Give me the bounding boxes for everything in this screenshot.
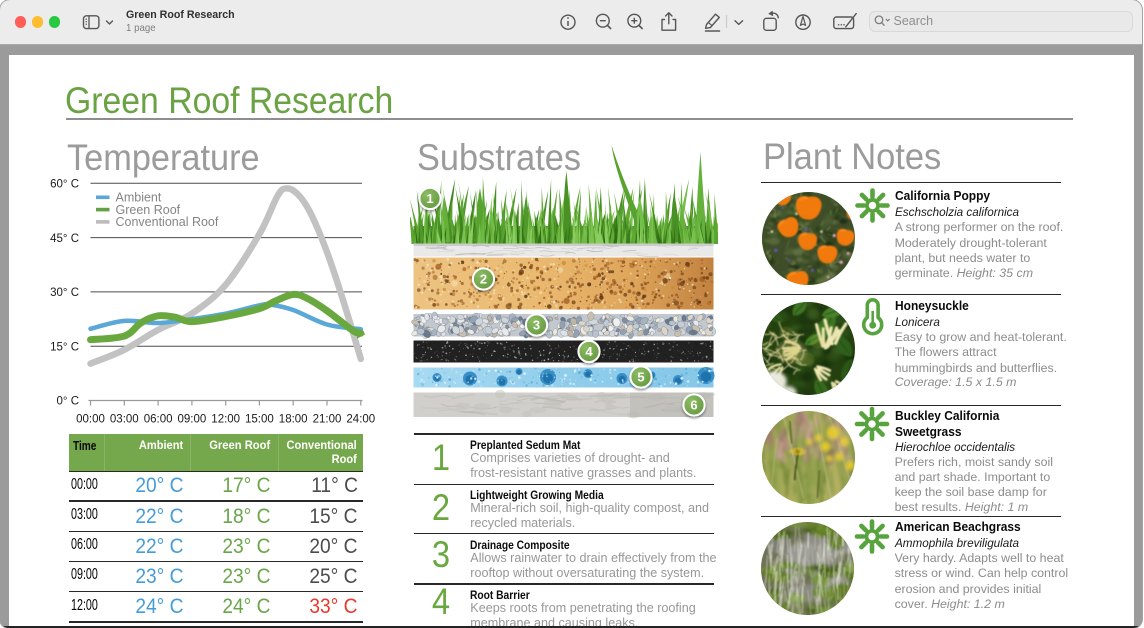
svg-text:00:00: 00:00 xyxy=(76,414,105,426)
svg-text:15° C: 15° C xyxy=(50,341,79,353)
svg-text:18:00: 18:00 xyxy=(279,414,308,426)
svg-text:21:00: 21:00 xyxy=(313,414,342,426)
svg-text:5: 5 xyxy=(637,370,644,385)
svg-text:24:00: 24:00 xyxy=(346,414,375,426)
svg-text:6: 6 xyxy=(690,398,697,413)
svg-text:3: 3 xyxy=(533,318,540,333)
svg-text:45° C: 45° C xyxy=(50,233,79,245)
svg-text:1: 1 xyxy=(426,191,433,206)
svg-text:Conventional Roof: Conventional Roof xyxy=(116,215,219,229)
svg-text:60° C: 60° C xyxy=(50,179,79,191)
svg-text:0° C: 0° C xyxy=(57,396,80,408)
svg-text:4: 4 xyxy=(585,344,593,359)
svg-text:06:00: 06:00 xyxy=(144,414,173,426)
svg-text:03:00: 03:00 xyxy=(110,414,139,426)
svg-text:12:00: 12:00 xyxy=(211,414,240,426)
svg-text:09:00: 09:00 xyxy=(178,414,207,426)
svg-text:2: 2 xyxy=(480,272,487,287)
svg-text:15:00: 15:00 xyxy=(245,414,274,426)
svg-text:30° C: 30° C xyxy=(50,287,79,299)
